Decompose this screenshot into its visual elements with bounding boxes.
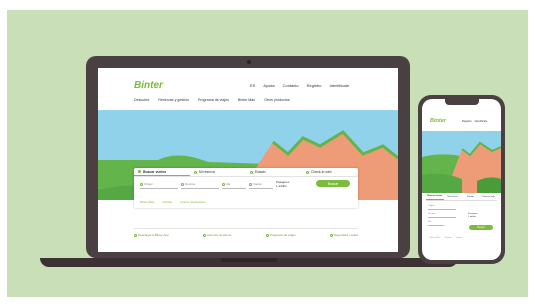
location-icon <box>181 182 184 186</box>
mobile-origin-field[interactable]: Origen <box>428 203 456 210</box>
search-button[interactable]: Buscar <box>316 180 350 187</box>
search-links: Binter Más Ofertas Vuelos destacados <box>140 200 205 204</box>
mobile-tab-checkin[interactable]: Check-in web <box>479 193 497 200</box>
ofertas-link[interactable]: Ofertas <box>162 200 172 204</box>
tab-check-in[interactable]: Check-in web <box>302 168 358 176</box>
radio-icon <box>194 170 197 174</box>
login-link[interactable]: Identifícate <box>330 83 350 88</box>
mobile-tab-reserva[interactable]: Mi reserva <box>444 193 462 200</box>
return-date-field[interactable]: Vuelta <box>249 180 273 189</box>
phone-screen: Binter Registro Identifícate Buscar vuel… <box>422 99 501 260</box>
location-icon <box>140 182 143 186</box>
promo-app[interactable]: Descarga la Binter App <box>134 233 169 237</box>
main-nav: Descubre Reservas y gestión Programa de … <box>134 98 290 102</box>
help-link[interactable]: Ayuda <box>263 83 274 88</box>
departure-date-field[interactable]: Ida <box>222 180 246 189</box>
mobile-date-field[interactable]: Ida <box>428 219 444 226</box>
mobile-register-link[interactable]: Registro <box>462 120 472 123</box>
top-links: ES Ayuda Contacto Registro Identifícate <box>250 83 349 88</box>
nav-item-descubre[interactable]: Descubre <box>134 98 149 102</box>
mobile-login-link[interactable]: Identifícate <box>475 120 488 123</box>
mobile-vuelos-link[interactable]: Vuelos <box>456 237 463 239</box>
laptop-screen: Binter ES Ayuda Contacto Registro Identi… <box>98 68 398 252</box>
binter-mas-link[interactable]: Binter Más <box>140 200 154 204</box>
mobile-destination-field[interactable]: Destino <box>428 211 456 218</box>
vuelos-destacados-link[interactable]: Vuelos destacados <box>180 200 205 204</box>
mobile-passengers-selector[interactable]: Pasajeros 1 adulto <box>468 213 478 219</box>
mobile-hero-illustration <box>422 131 501 193</box>
nav-item-binter-mas[interactable]: Binter Más <box>238 98 255 102</box>
phone-icon <box>134 233 137 237</box>
phone-notch <box>445 99 479 105</box>
calendar-icon <box>249 182 252 186</box>
search-tabs: Buscar vuelos Mi reserva Estado Check-in… <box>134 168 358 177</box>
calendar-icon <box>222 182 225 186</box>
nav-item-reservas[interactable]: Reservas y gestión <box>158 98 189 102</box>
radio-icon <box>250 170 253 174</box>
origin-field[interactable]: Origen <box>140 180 178 189</box>
brand-logo[interactable]: Binter <box>134 80 163 91</box>
destination-field[interactable]: Destino <box>181 180 219 189</box>
nav-item-otros[interactable]: Otros productos <box>264 98 290 102</box>
mobile-top-links: Registro Identifícate <box>462 120 487 123</box>
mobile-tab-estado[interactable]: Estado <box>462 193 480 200</box>
search-fields: Origen Destino Ida Vuelta Pasajeros 1 adu… <box>140 180 289 189</box>
tab-mi-reserva[interactable]: Mi reserva <box>190 168 246 176</box>
mobile-binter-mas-link[interactable]: Binter Más <box>430 237 440 239</box>
flight-search-form: Buscar vuelos Mi reserva Estado Check-in… <box>134 168 358 208</box>
passengers-selector[interactable]: Pasajeros 1 adulto <box>276 180 289 188</box>
nav-item-programa[interactable]: Programa de viajes <box>198 98 229 102</box>
mobile-search-tabs: Buscar vuelos Mi reserva Estado Check-in… <box>426 193 497 201</box>
star-icon <box>265 233 269 237</box>
register-link[interactable]: Registro <box>307 83 322 88</box>
laptop-camera <box>247 60 251 64</box>
laptop-hinge <box>220 258 278 262</box>
mobile-search-button[interactable]: Buscar <box>469 225 493 230</box>
headset-icon <box>203 233 207 237</box>
radio-icon <box>306 170 309 174</box>
shield-icon <box>329 233 333 237</box>
mobile-tab-buscar[interactable]: Buscar vuelos <box>426 193 444 200</box>
mobile-brand-logo[interactable]: Binter <box>430 118 446 124</box>
radio-icon <box>138 170 141 173</box>
mobile-ofertas-link[interactable]: Ofertas <box>444 237 451 239</box>
language-selector[interactable]: ES <box>250 83 255 88</box>
tab-buscar-vuelos[interactable]: Buscar vuelos <box>134 168 190 176</box>
tab-estado[interactable]: Estado <box>246 168 302 176</box>
promo-programa[interactable]: Programa de viajes <box>265 233 296 237</box>
promo-atencion[interactable]: Atención al cliente <box>203 233 231 237</box>
promo-strip: Descarga la Binter App Atención al clien… <box>134 228 358 241</box>
promo-seguridad[interactable]: Seguridad y salud <box>329 233 358 237</box>
mobile-search-links: Binter Más Ofertas Vuelos <box>430 237 462 239</box>
contact-link[interactable]: Contacto <box>283 83 299 88</box>
